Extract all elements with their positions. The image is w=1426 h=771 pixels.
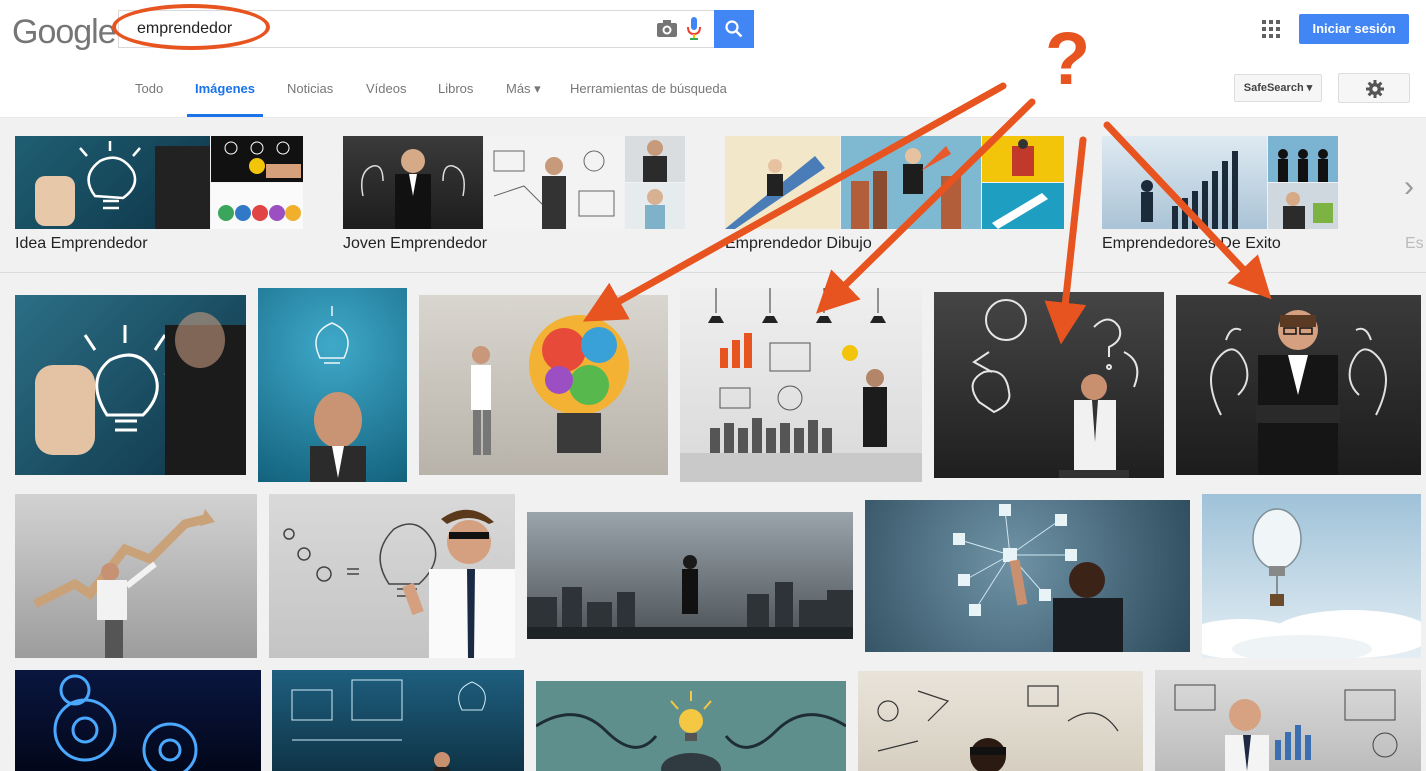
- divider: [0, 272, 1426, 273]
- image-result[interactable]: [272, 670, 524, 771]
- related-image: [841, 136, 981, 229]
- gear-icon: [1366, 80, 1384, 98]
- search-icon: [725, 20, 743, 38]
- top-bar: Google emprendedor Iniciar sesión: [0, 0, 1426, 60]
- annotation-oval: [112, 4, 270, 50]
- active-tab-indicator: [187, 114, 263, 117]
- related-emprendedores-de-exito[interactable]: Emprendedores De Exito: [1102, 136, 1372, 266]
- settings-button[interactable]: [1338, 73, 1410, 103]
- image-result[interactable]: [858, 671, 1143, 771]
- related-label: Joven Emprendedor: [343, 235, 488, 252]
- image-result[interactable]: [680, 288, 922, 482]
- related-image: [1102, 136, 1267, 229]
- related-image: [211, 136, 303, 182]
- signin-button[interactable]: Iniciar sesión: [1299, 14, 1409, 44]
- image-result[interactable]: [527, 512, 853, 639]
- tab-libros[interactable]: Libros: [438, 81, 473, 96]
- image-result[interactable]: [934, 292, 1164, 478]
- related-image: [982, 136, 1064, 182]
- tab-imagenes[interactable]: Imágenes: [195, 81, 255, 96]
- related-label: Emprendedor Dibujo: [725, 235, 872, 252]
- image-result[interactable]: [258, 288, 407, 482]
- related-label-partial: Es: [1405, 235, 1424, 252]
- tab-videos[interactable]: Vídeos: [366, 81, 406, 96]
- image-result[interactable]: [269, 494, 515, 658]
- microphone-icon[interactable]: [687, 17, 701, 41]
- related-image: [625, 136, 685, 182]
- tab-mas[interactable]: Más ▾: [506, 81, 541, 97]
- related-thumbs: [725, 136, 1065, 229]
- related-thumbs: [15, 136, 305, 229]
- camera-icon[interactable]: [656, 20, 678, 38]
- related-image: [1268, 136, 1338, 182]
- related-label: Emprendedores De Exito: [1102, 235, 1281, 252]
- image-result[interactable]: [15, 295, 246, 475]
- related-emprendedor-dibujo[interactable]: Emprendedor Dibujo: [725, 136, 1065, 266]
- nav-bar: Todo Imágenes Noticias Vídeos Libros Más…: [0, 60, 1426, 118]
- tab-herramientas[interactable]: Herramientas de búsqueda: [570, 81, 727, 96]
- related-image: [343, 136, 483, 229]
- image-result[interactable]: [865, 500, 1190, 652]
- image-result[interactable]: [419, 295, 668, 475]
- search-button[interactable]: [714, 10, 754, 48]
- image-result[interactable]: [15, 670, 261, 771]
- related-idea-emprendedor[interactable]: Idea Emprendedor: [15, 136, 305, 266]
- annotation-question-mark: ?: [1045, 17, 1091, 100]
- related-image: [211, 183, 303, 229]
- chevron-right-icon[interactable]: ›: [1404, 170, 1414, 204]
- google-logo[interactable]: Google: [12, 13, 117, 51]
- image-result[interactable]: [1155, 670, 1421, 771]
- tab-todo[interactable]: Todo: [135, 81, 163, 96]
- related-joven-emprendedor[interactable]: Joven Emprendedor: [343, 136, 688, 266]
- related-image: [484, 136, 624, 229]
- image-result[interactable]: [1202, 494, 1421, 658]
- image-result[interactable]: [536, 681, 846, 771]
- related-image: [625, 183, 685, 229]
- apps-grid-icon[interactable]: [1262, 20, 1280, 38]
- image-result[interactable]: [15, 494, 257, 658]
- related-thumbs: [1102, 136, 1372, 229]
- related-image: [15, 136, 210, 229]
- safesearch-button[interactable]: SafeSearch ▾: [1234, 74, 1322, 102]
- related-thumbs: [343, 136, 688, 229]
- logo-text: Google: [12, 13, 117, 51]
- related-label: Idea Emprendedor: [15, 235, 148, 252]
- tab-noticias[interactable]: Noticias: [287, 81, 333, 96]
- related-image: [725, 136, 840, 229]
- related-image: [1268, 183, 1338, 229]
- related-image: [982, 183, 1064, 229]
- image-result[interactable]: [1176, 295, 1421, 475]
